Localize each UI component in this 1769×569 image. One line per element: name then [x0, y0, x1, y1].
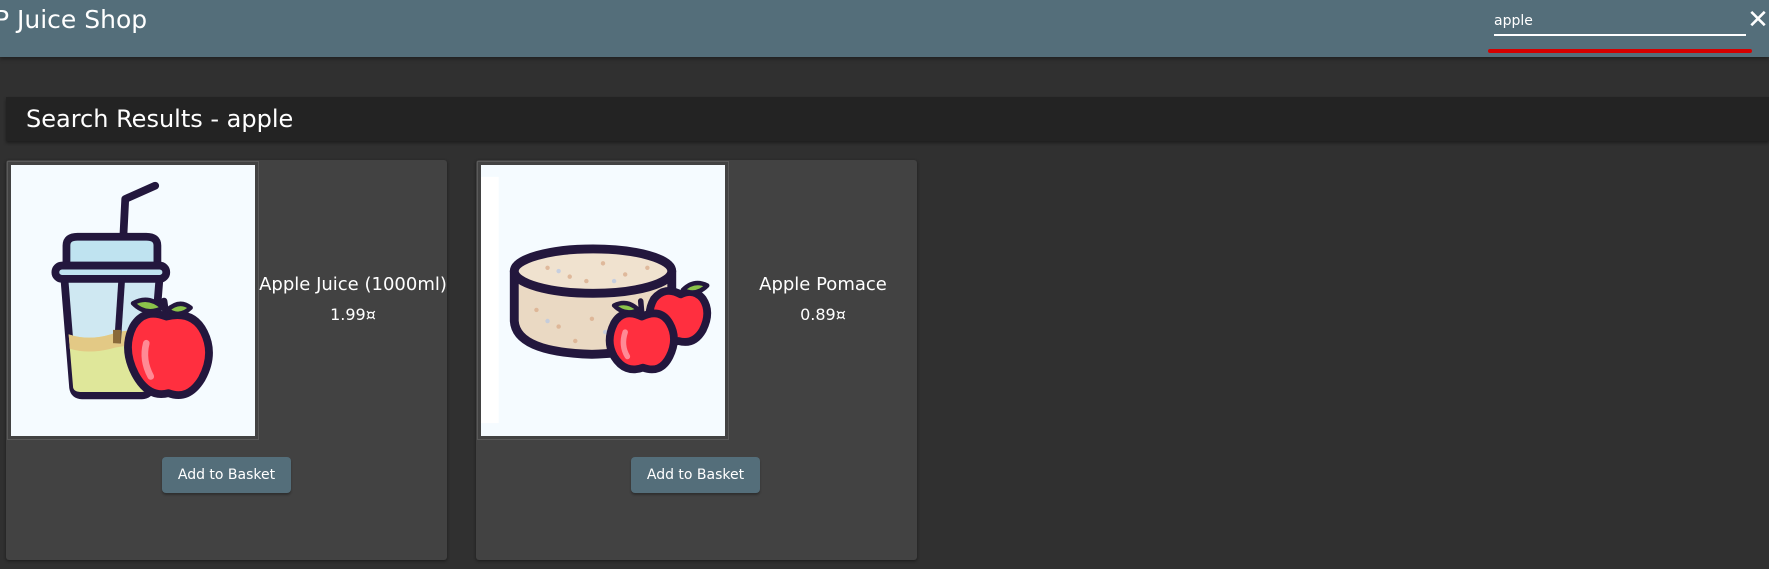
- product-card-apple-pomace[interactable]: Apple Pomace 0.89¤ Add to Basket: [476, 160, 917, 560]
- add-to-basket-button[interactable]: Add to Basket: [631, 457, 760, 493]
- page-title: Search Results - apple: [26, 105, 294, 133]
- product-price: 0.89¤: [800, 305, 846, 324]
- search-highlight-bar: [1488, 49, 1752, 53]
- add-to-basket-button[interactable]: Add to Basket: [162, 457, 291, 493]
- search-results-header: Search Results - apple: [6, 97, 1769, 141]
- apple-pomace-image[interactable]: [477, 161, 729, 440]
- app-title[interactable]: P Juice Shop: [0, 4, 147, 36]
- product-card-apple-juice[interactable]: Apple Juice (1000ml) 1.99¤ Add to Basket: [6, 160, 447, 560]
- product-name: Apple Pomace: [759, 274, 887, 295]
- close-icon[interactable]: ✕: [1746, 6, 1769, 34]
- search-bar: ✕: [1486, 0, 1769, 57]
- product-info: Apple Pomace 0.89¤: [728, 160, 918, 440]
- search-input[interactable]: [1494, 10, 1744, 32]
- search-underline: [1494, 34, 1746, 36]
- product-price: 1.99¤: [330, 305, 376, 324]
- product-info: Apple Juice (1000ml) 1.99¤: [258, 160, 448, 440]
- product-name: Apple Juice (1000ml): [259, 274, 447, 295]
- apple-pomace-icon: [481, 165, 725, 436]
- apple-juice-icon: [11, 165, 255, 436]
- apple-juice-image[interactable]: [7, 161, 259, 440]
- top-toolbar: P Juice Shop ✕: [0, 0, 1769, 57]
